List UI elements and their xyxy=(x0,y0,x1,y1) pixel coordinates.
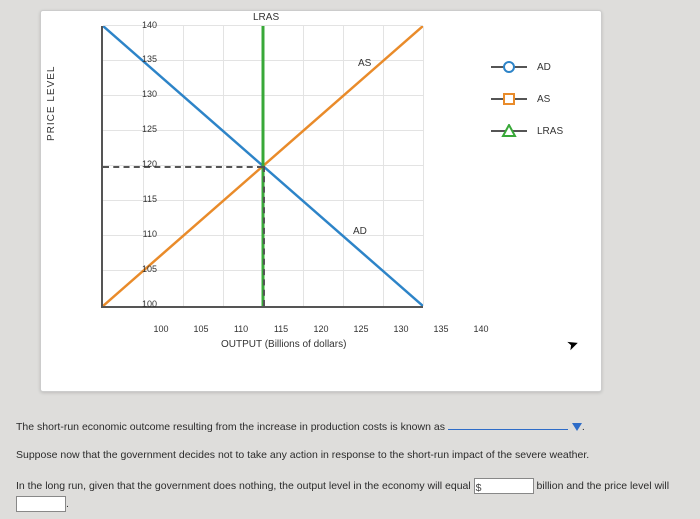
ref-line-y120 xyxy=(103,166,263,168)
xtick: 110 xyxy=(229,324,253,334)
ytick: 135 xyxy=(139,54,157,64)
ytick: 140 xyxy=(139,20,157,30)
xtick: 115 xyxy=(269,324,293,334)
square-marker-icon xyxy=(491,92,527,106)
xtick: 135 xyxy=(429,324,453,334)
ytick: 110 xyxy=(139,229,157,239)
chart-card: PRICE LEVEL LRAS AS AD xyxy=(40,10,602,392)
curve-label-ad: AD xyxy=(353,226,367,237)
question-line-1: The short-run economic outcome resulting… xyxy=(16,418,684,435)
xtick: 100 xyxy=(149,324,173,334)
y-axis-label: PRICE LEVEL xyxy=(46,66,57,141)
ytick: 115 xyxy=(139,194,157,204)
x-axis-label: OUTPUT (Billions of dollars) xyxy=(221,339,346,350)
currency-prefix: $ xyxy=(476,481,482,496)
cursor-icon: ➤ xyxy=(565,335,582,355)
ytick: 120 xyxy=(139,159,157,169)
ref-line-x120 xyxy=(263,166,265,306)
ytick: 125 xyxy=(139,124,157,134)
legend-item-as[interactable]: AS xyxy=(491,83,591,115)
chevron-down-icon[interactable] xyxy=(572,423,582,431)
xtick: 120 xyxy=(309,324,333,334)
legend-label: AS xyxy=(537,94,550,105)
triangle-marker-icon xyxy=(491,124,527,138)
circle-marker-icon xyxy=(491,60,527,74)
legend-label: LRAS xyxy=(537,126,563,137)
legend-label: AD xyxy=(537,62,551,73)
curve-label-lras: LRAS xyxy=(253,12,279,23)
legend-item-ad[interactable]: AD xyxy=(491,51,591,83)
xtick: 140 xyxy=(469,324,493,334)
question-line-2: Suppose now that the government decides … xyxy=(16,448,684,463)
xtick: 125 xyxy=(349,324,373,334)
output-input[interactable] xyxy=(474,478,534,494)
xtick: 105 xyxy=(189,324,213,334)
ytick: 100 xyxy=(139,299,157,309)
legend: AD AS LRAS xyxy=(491,51,591,147)
legend-item-lras[interactable]: LRAS xyxy=(491,115,591,147)
curve-label-as: AS xyxy=(358,58,371,69)
ytick: 130 xyxy=(139,89,157,99)
price-level-input[interactable] xyxy=(16,496,66,512)
dropdown-blank-term[interactable] xyxy=(448,418,568,430)
chart-inner: LRAS AS AD 100 105 110 115 120 125 130 1… xyxy=(101,26,441,326)
xtick: 130 xyxy=(389,324,413,334)
ytick: 105 xyxy=(139,264,157,274)
question-line-3b: . xyxy=(16,496,684,512)
